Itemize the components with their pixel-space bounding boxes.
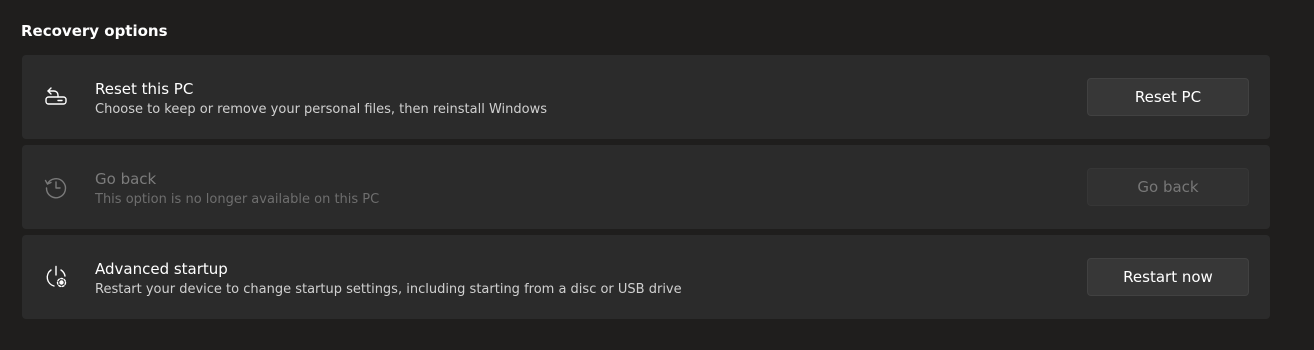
reset-pc-title: Reset this PC xyxy=(95,80,194,98)
advanced-startup-icon xyxy=(42,263,70,291)
reset-pc-card: Reset this PC Choose to keep or remove y… xyxy=(22,55,1270,139)
restart-now-button[interactable]: Restart now xyxy=(1087,258,1249,296)
go-back-button[interactable]: Go back xyxy=(1087,168,1249,206)
history-icon xyxy=(42,173,70,201)
advanced-startup-card: Advanced startup Restart your device to … xyxy=(22,235,1270,319)
reset-pc-button[interactable]: Reset PC xyxy=(1087,78,1249,116)
advanced-startup-description: Restart your device to change startup se… xyxy=(95,282,682,297)
go-back-title: Go back xyxy=(95,170,157,188)
reset-pc-description: Choose to keep or remove your personal f… xyxy=(95,102,547,117)
advanced-startup-title: Advanced startup xyxy=(95,260,228,278)
reset-pc-icon xyxy=(42,83,70,111)
go-back-card: Go back This option is no longer availab… xyxy=(22,145,1270,229)
go-back-description: This option is no longer available on th… xyxy=(95,192,380,207)
section-title: Recovery options xyxy=(21,22,168,40)
